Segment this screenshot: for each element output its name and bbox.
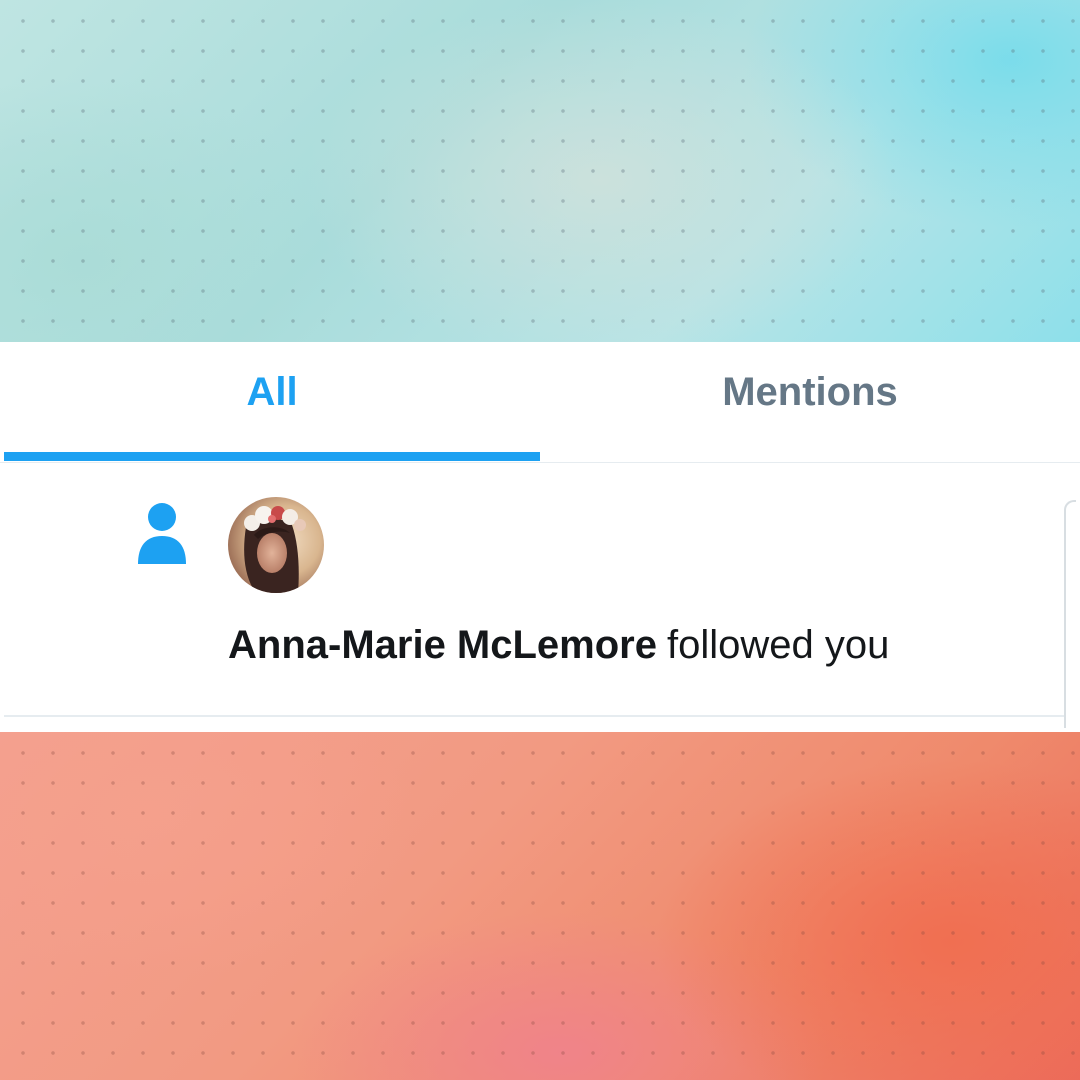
- person-icon: [138, 503, 186, 564]
- dot-pattern-bottom: [0, 732, 1080, 1080]
- user-avatar[interactable]: [228, 497, 324, 593]
- notification-action: followed you: [666, 623, 890, 667]
- tab-mentions-label: Mentions: [722, 369, 898, 414]
- user-name-link[interactable]: Anna-Marie McLemore: [228, 623, 657, 667]
- tab-mentions[interactable]: Mentions: [540, 342, 1080, 442]
- avatar-photo: [228, 497, 324, 593]
- tab-all[interactable]: All: [4, 342, 540, 442]
- next-card-edge: [1064, 500, 1076, 728]
- background-bottom-gradient: [0, 732, 1080, 1080]
- notification-text: Anna-Marie McLemore followed you: [228, 615, 1048, 675]
- tab-all-label: All: [246, 369, 298, 414]
- notification-tabs: All Mentions: [0, 342, 1080, 463]
- background-top-gradient: [0, 0, 1080, 342]
- dot-pattern-top: [0, 0, 1080, 342]
- active-tab-indicator: [4, 452, 540, 461]
- screen: All Mentions Anna-Marie McLemore followe…: [0, 0, 1080, 1080]
